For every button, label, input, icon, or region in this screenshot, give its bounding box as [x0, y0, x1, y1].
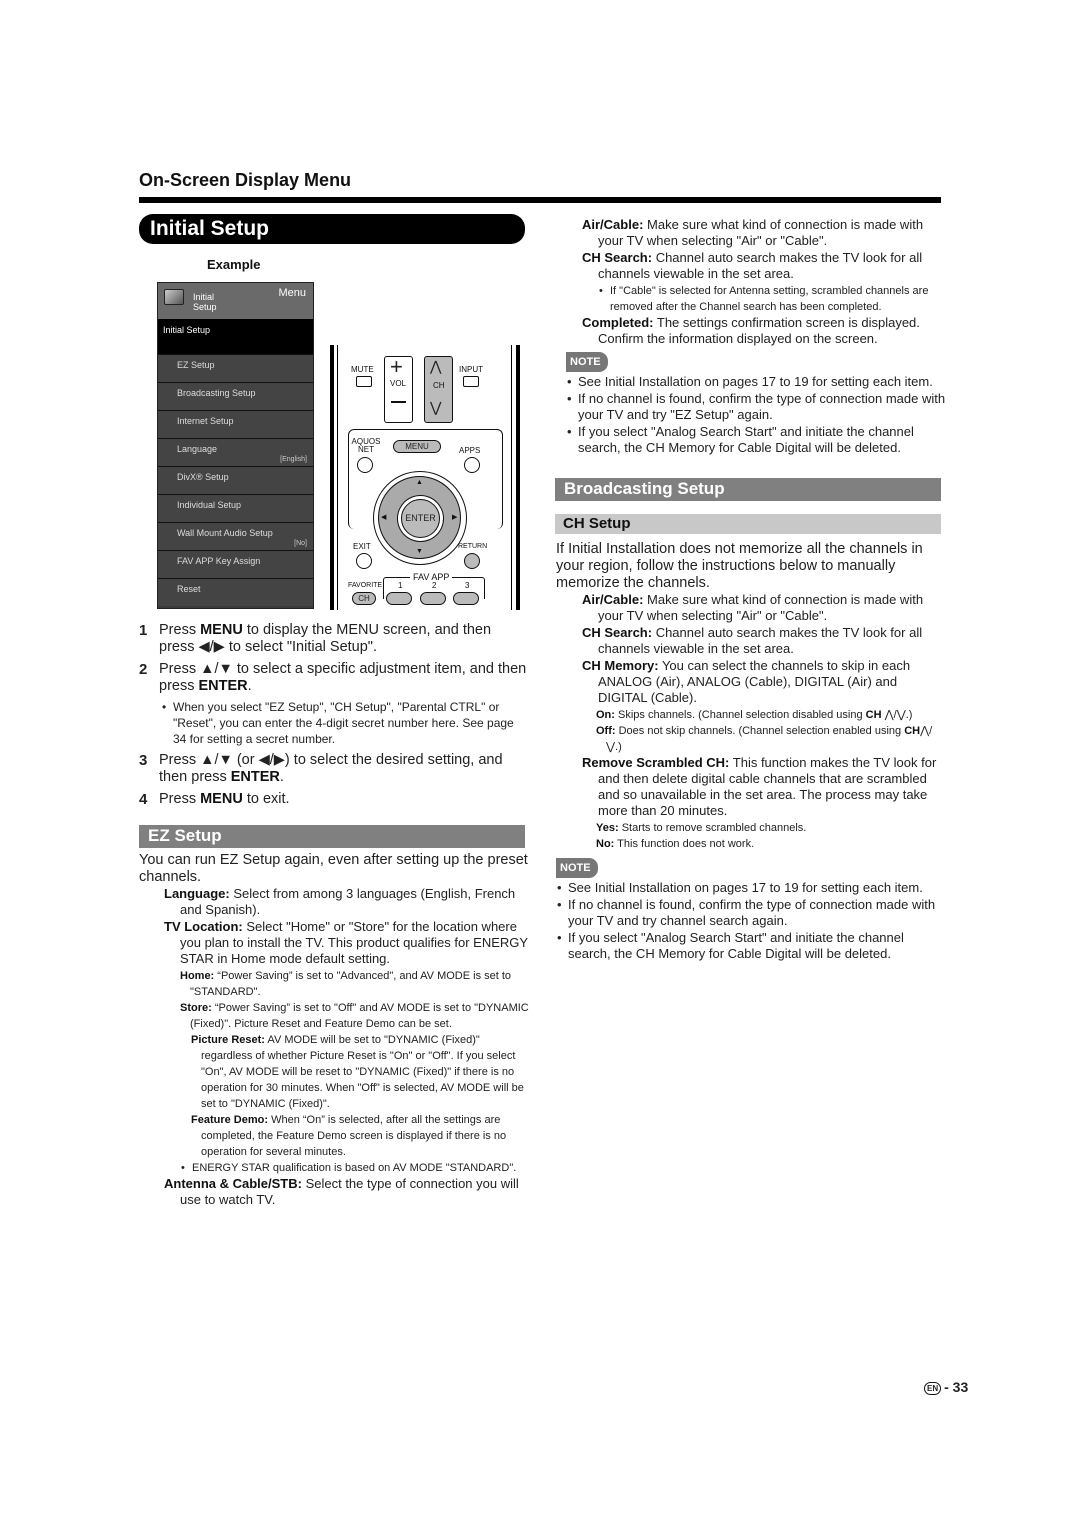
note-item: See Initial Installation on pages 17 to … — [566, 374, 946, 390]
menu-item-broadcasting-setup: Broadcasting Setup — [158, 382, 313, 410]
remote-illustration: MUTE + VOL ⋀ CH ⋁ INPUT AQUOS NET MENU A… — [330, 345, 520, 610]
favorite-label: FAVORITE — [348, 582, 383, 589]
def-ch-memory: CH Memory: You can select the channels t… — [582, 658, 911, 705]
fav-app-3-button-icon — [453, 592, 479, 605]
ez-note-block: NOTE See Initial Installation on pages 1… — [566, 352, 946, 456]
def-home: Home: “Power Saving” is set to "Advanced… — [180, 970, 512, 998]
note-badge: NOTE — [556, 858, 598, 878]
exit-label: EXIT — [353, 542, 371, 551]
menu-header-label: Menu — [278, 287, 306, 299]
menu-item-divx-setup: DivX® Setup — [158, 466, 313, 494]
favorite-ch-button-icon: CH — [352, 592, 376, 605]
mute-button-icon — [356, 376, 372, 387]
mute-label: MUTE — [351, 365, 374, 374]
enter-button-icon: ENTER — [401, 499, 440, 538]
menu-item-language: Language [English] — [158, 438, 313, 466]
remote-edge — [337, 345, 338, 610]
cable-note: If "Cable" is selected for Antenna setti… — [598, 283, 946, 315]
menu-item-wall-mount-audio: Wall Mount Audio Setup [No] — [158, 522, 313, 550]
menu-selected-item: Initial Setup — [158, 319, 313, 354]
input-label: INPUT — [459, 365, 483, 374]
menu-item-value: [No] — [294, 540, 307, 547]
def-ch-search: CH Search: Channel auto search makes the… — [582, 625, 923, 656]
menu-header-title: Initial Setup — [193, 292, 217, 312]
step-3: 3 Press ▲/▼ (or ◀/▶) to select the desire… — [139, 752, 503, 785]
menu-item-ez-setup: EZ Setup — [158, 354, 313, 382]
step-1: 1 Press MENU to display the MENU screen, … — [139, 622, 492, 655]
def-on: On: Skips channels. (Channel selection d… — [596, 709, 913, 721]
menu-button-icon: MENU — [393, 440, 441, 453]
return-label: RETURN — [458, 543, 488, 550]
ch-setup-heading: CH Setup — [555, 514, 941, 534]
note-item: If you select "Analog Search Start" and … — [556, 930, 946, 962]
note-item: See Initial Installation on pages 17 to … — [556, 880, 946, 896]
ez-setup-continued: Air/Cable: Make sure what kind of connec… — [566, 217, 946, 457]
def-picture-reset: Picture Reset: AV MODE will be set to "D… — [191, 1034, 524, 1110]
def-language: Language: Select from among 3 languages … — [164, 886, 516, 917]
def-yes: Yes: Starts to remove scrambled channels… — [596, 822, 807, 834]
energy-star-note: ENERGY STAR qualification is based on AV… — [180, 1160, 529, 1176]
fav-app-2-button-icon — [420, 592, 446, 605]
steps-list: 1 Press MENU to display the MENU screen, … — [139, 622, 529, 813]
note-item: If you select "Analog Search Start" and … — [566, 424, 946, 456]
ch-setup-intro: If Initial Installation does not memoriz… — [556, 541, 923, 591]
def-air-cable: Air/Cable: Make sure what kind of connec… — [582, 217, 924, 248]
tv-icon — [164, 289, 184, 305]
fav-2-label: 2 — [432, 581, 437, 590]
remote-edge — [330, 345, 334, 610]
apps-button-icon — [464, 457, 480, 473]
menu-item-value: [English] — [280, 456, 307, 463]
return-button-icon — [464, 553, 480, 569]
note-item: If no channel is found, confirm the type… — [566, 391, 946, 423]
def-feature-demo: Feature Demo: When “On” is selected, aft… — [191, 1114, 507, 1158]
menu-header: Initial Setup Menu — [158, 283, 313, 319]
aquos-net-button-icon — [357, 457, 373, 473]
remote-edge — [511, 345, 512, 610]
note-item: If no channel is found, confirm the type… — [556, 897, 946, 929]
page-title: Initial Setup — [139, 214, 525, 244]
fav-1-label: 1 — [398, 581, 403, 590]
def-no: No: This function does not work. — [596, 838, 755, 850]
def-ch-search: CH Search: Channel auto search makes the… — [582, 250, 923, 281]
broadcasting-note-block: NOTE See Initial Installation on pages 1… — [556, 858, 946, 962]
def-completed: Completed: The settings confirmation scr… — [582, 315, 920, 346]
page-number: EN - 33 — [924, 1379, 968, 1395]
section-rule — [139, 197, 941, 203]
exit-button-icon — [356, 553, 372, 569]
apps-label: APPS — [459, 446, 481, 455]
remote-edge — [516, 345, 520, 610]
fav-app-1-button-icon — [386, 592, 412, 605]
def-remove-scrambled: Remove Scrambled CH: This function makes… — [582, 755, 937, 818]
vol-rocker-icon: + VOL — [384, 356, 413, 423]
ez-setup-heading: EZ Setup — [139, 825, 525, 848]
ch-rocker-icon: ⋀ CH ⋁ — [424, 356, 453, 423]
step-2-note: When you select "EZ Setup", "CH Setup", … — [159, 699, 529, 747]
def-antenna-cable: Antenna & Cable/STB: Select the type of … — [164, 1176, 519, 1207]
menu-item-reset: Reset — [158, 578, 313, 606]
example-label: Example — [207, 257, 261, 272]
ch-setup-body: If Initial Installation does not memoriz… — [556, 541, 946, 963]
note-badge: NOTE — [566, 352, 608, 372]
section-title: On-Screen Display Menu — [139, 170, 352, 190]
menu-item-internet-setup: Internet Setup — [158, 410, 313, 438]
aquos-net-label: AQUOS NET — [351, 437, 381, 454]
osd-menu-example: Initial Setup Menu Initial Setup EZ Setu… — [157, 282, 314, 609]
def-tv-location: TV Location: Select "Home" or "Store" fo… — [164, 919, 528, 966]
def-air-cable: Air/Cable: Make sure what kind of connec… — [582, 592, 924, 623]
step-2: 2 Press ▲/▼ to select a specific adjustme… — [139, 661, 529, 747]
ez-setup-body: You can run EZ Setup again, even after s… — [139, 852, 529, 1209]
fav-app-label: FAV APP — [410, 573, 453, 582]
dpad-icon: ▲ ▼ ◀ ▶ ENTER — [373, 471, 467, 565]
step-4: 4 Press MENU to exit. — [139, 791, 290, 808]
menu-item-individual-setup: Individual Setup — [158, 494, 313, 522]
ez-setup-intro: You can run EZ Setup again, even after s… — [139, 852, 528, 885]
broadcasting-setup-heading: Broadcasting Setup — [555, 478, 941, 501]
language-badge-icon: EN — [924, 1381, 942, 1395]
input-button-icon — [463, 376, 479, 387]
menu-item-fav-app-key: FAV APP Key Assign — [158, 550, 313, 578]
def-store: Store: “Power Saving” is set to "Off" an… — [180, 1002, 529, 1030]
def-off: Off: Does not skip channels. (Channel se… — [596, 725, 933, 753]
fav-3-label: 3 — [465, 581, 470, 590]
